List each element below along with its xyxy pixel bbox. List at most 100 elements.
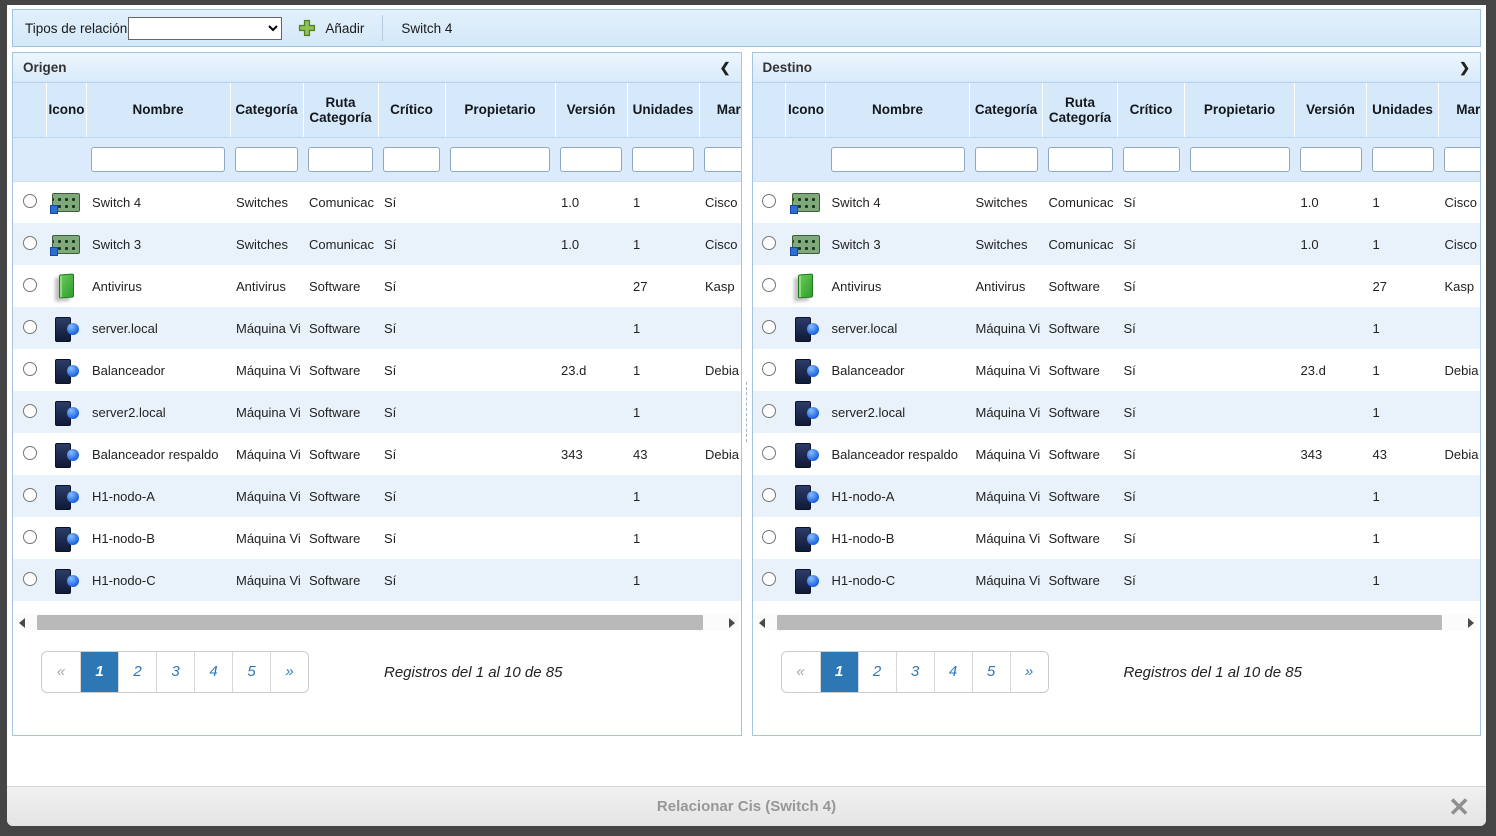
filter-input-versi-n[interactable] (1300, 147, 1362, 172)
table-row[interactable]: Switch 4SwitchesComunicacSí1.01Cisco (753, 181, 1481, 223)
page-button-2[interactable]: 2 (858, 652, 896, 692)
row-select-radio[interactable] (23, 194, 37, 208)
row-select-radio[interactable] (762, 404, 776, 418)
panel-resize-handle[interactable] (742, 52, 752, 736)
row-select-radio[interactable] (762, 446, 776, 460)
table-row[interactable]: H1-nodo-CMáquina ViSoftwareSí1 (753, 559, 1481, 601)
table-row[interactable]: server2.localMáquina ViSoftwareSí1 (753, 391, 1481, 433)
page-button-5[interactable]: 5 (232, 652, 270, 692)
column-header-propietario[interactable]: Propietario (445, 83, 555, 137)
collapse-right-icon[interactable]: ❯ (1459, 60, 1470, 76)
table-row[interactable]: BalanceadorMáquina ViSoftwareSí23.d1Debi… (13, 349, 741, 391)
add-relation-button[interactable]: Añadir (298, 19, 364, 37)
page-prev-button[interactable]: « (782, 652, 820, 692)
filter-input-ruta-categor-a[interactable] (308, 147, 373, 172)
filter-input-ruta-categor-a[interactable] (1048, 147, 1113, 172)
scrollbar-thumb[interactable] (777, 615, 1443, 630)
table-row[interactable]: server2.localMáquina ViSoftwareSí1 (13, 391, 741, 433)
row-select-radio[interactable] (762, 572, 776, 586)
row-select-radio[interactable] (762, 530, 776, 544)
row-select-radio[interactable] (23, 446, 37, 460)
collapse-left-icon[interactable]: ❮ (720, 60, 731, 76)
column-header-marca[interactable]: Marca (699, 83, 741, 137)
table-row[interactable]: AntivirusAntivirusSoftwareSí27Kasp (13, 265, 741, 307)
column-header-cr-tico[interactable]: Crítico (1118, 83, 1185, 137)
table-row[interactable]: Switch 3SwitchesComunicacSí1.01Cisco (13, 223, 741, 265)
scrollbar-thumb[interactable] (37, 615, 703, 630)
table-row[interactable]: Balanceador respaldoMáquina ViSoftwareSí… (753, 433, 1481, 475)
column-header-marca[interactable]: Marca (1439, 83, 1481, 137)
row-select-radio[interactable] (762, 278, 776, 292)
page-next-button[interactable]: » (270, 652, 308, 692)
row-select-radio[interactable] (23, 572, 37, 586)
filter-input-unidades[interactable] (1372, 147, 1434, 172)
filter-input-categor-a[interactable] (975, 147, 1038, 172)
close-icon[interactable]: ✕ (1448, 791, 1470, 823)
filter-input-propietario[interactable] (1190, 147, 1290, 172)
page-button-1[interactable]: 1 (80, 652, 118, 692)
filter-input-cr-tico[interactable] (383, 147, 440, 172)
row-select-radio[interactable] (23, 236, 37, 250)
table-row[interactable]: server.localMáquina ViSoftwareSí1 (753, 307, 1481, 349)
column-header-nombre[interactable]: Nombre (86, 83, 230, 137)
page-button-3[interactable]: 3 (156, 652, 194, 692)
table-row[interactable]: Switch 3SwitchesComunicacSí1.01Cisco (753, 223, 1481, 265)
table-row[interactable]: H1-nodo-AMáquina ViSoftwareSí1 (13, 475, 741, 517)
destino-horizontal-scrollbar[interactable] (755, 614, 1479, 631)
column-header-nombre[interactable]: Nombre (826, 83, 970, 137)
row-select-radio[interactable] (762, 236, 776, 250)
column-header-ruta-categor-a[interactable]: Ruta Categoría (1043, 83, 1118, 137)
scroll-right-arrow-icon[interactable] (1462, 614, 1478, 631)
filter-input-cr-tico[interactable] (1123, 147, 1180, 172)
filter-input-versi-n[interactable] (560, 147, 622, 172)
page-button-1[interactable]: 1 (820, 652, 858, 692)
column-header-versi-n[interactable]: Versión (1295, 83, 1367, 137)
scroll-left-arrow-icon[interactable] (15, 614, 31, 631)
row-select-radio[interactable] (23, 404, 37, 418)
filter-input-unidades[interactable] (632, 147, 694, 172)
row-select-radio[interactable] (23, 320, 37, 334)
scroll-left-arrow-icon[interactable] (755, 614, 771, 631)
table-row[interactable]: AntivirusAntivirusSoftwareSí27Kasp (753, 265, 1481, 307)
scroll-right-arrow-icon[interactable] (723, 614, 739, 631)
origen-horizontal-scrollbar[interactable] (15, 614, 739, 631)
column-header-categor-a[interactable]: Categoría (230, 83, 303, 137)
column-header-cr-tico[interactable]: Crítico (378, 83, 445, 137)
table-row[interactable]: Balanceador respaldoMáquina ViSoftwareSí… (13, 433, 741, 475)
filter-input-marca[interactable] (704, 147, 741, 172)
table-row[interactable]: H1-nodo-BMáquina ViSoftwareSí1 (753, 517, 1481, 559)
page-button-2[interactable]: 2 (118, 652, 156, 692)
column-header-unidades[interactable]: Unidades (1367, 83, 1439, 137)
relation-type-select[interactable] (128, 17, 282, 40)
column-header-versi-n[interactable]: Versión (555, 83, 627, 137)
row-select-radio[interactable] (23, 362, 37, 376)
page-button-3[interactable]: 3 (896, 652, 934, 692)
table-row[interactable]: H1-nodo-BMáquina ViSoftwareSí1 (13, 517, 741, 559)
page-prev-button[interactable]: « (42, 652, 80, 692)
table-row[interactable]: server.localMáquina ViSoftwareSí1 (13, 307, 741, 349)
filter-input-nombre[interactable] (831, 147, 965, 172)
column-header-unidades[interactable]: Unidades (627, 83, 699, 137)
page-button-4[interactable]: 4 (934, 652, 972, 692)
filter-input-propietario[interactable] (450, 147, 550, 172)
row-select-radio[interactable] (762, 362, 776, 376)
row-select-radio[interactable] (762, 320, 776, 334)
row-select-radio[interactable] (762, 488, 776, 502)
column-header-categor-a[interactable]: Categoría (970, 83, 1043, 137)
filter-input-marca[interactable] (1444, 147, 1481, 172)
table-row[interactable]: H1-nodo-CMáquina ViSoftwareSí1 (13, 559, 741, 601)
row-select-radio[interactable] (23, 488, 37, 502)
column-header-propietario[interactable]: Propietario (1185, 83, 1295, 137)
filter-input-nombre[interactable] (91, 147, 225, 172)
row-select-radio[interactable] (762, 194, 776, 208)
table-row[interactable]: H1-nodo-AMáquina ViSoftwareSí1 (753, 475, 1481, 517)
page-button-4[interactable]: 4 (194, 652, 232, 692)
row-select-radio[interactable] (23, 530, 37, 544)
filter-input-categor-a[interactable] (235, 147, 298, 172)
column-header-ruta-categor-a[interactable]: Ruta Categoría (303, 83, 378, 137)
table-row[interactable]: BalanceadorMáquina ViSoftwareSí23.d1Debi… (753, 349, 1481, 391)
row-select-radio[interactable] (23, 278, 37, 292)
table-row[interactable]: Switch 4SwitchesComunicacSí1.01Cisco (13, 181, 741, 223)
page-next-button[interactable]: » (1010, 652, 1048, 692)
page-button-5[interactable]: 5 (972, 652, 1010, 692)
